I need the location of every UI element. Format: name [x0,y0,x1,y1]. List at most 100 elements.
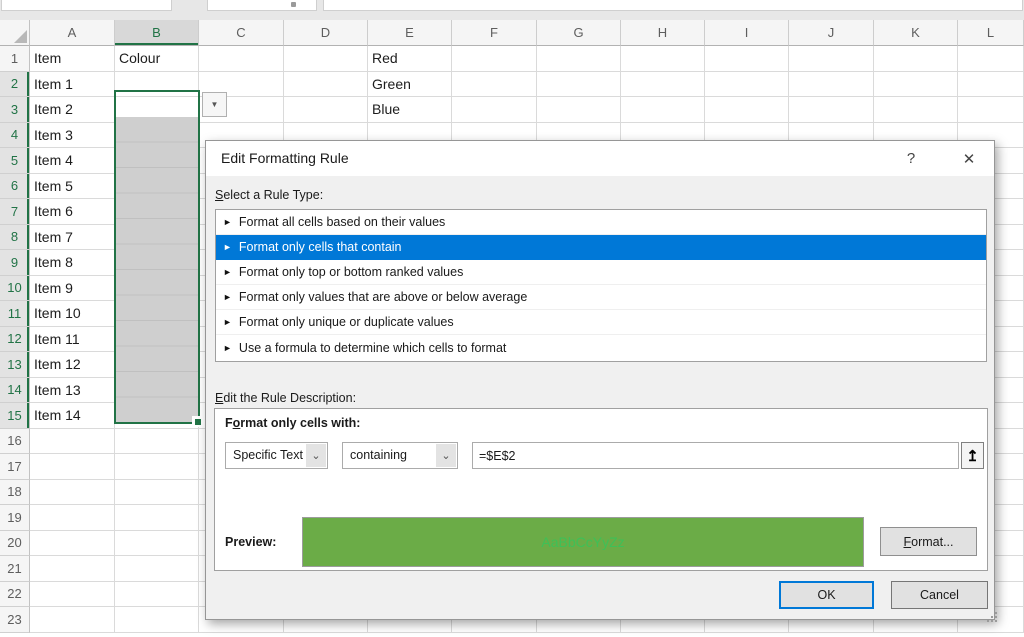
cell-G1[interactable] [537,46,621,72]
cell-B16[interactable] [115,429,199,455]
cell-B9[interactable] [115,250,199,276]
cell-B11[interactable] [115,301,199,327]
cell-A20[interactable] [30,531,115,557]
cell-A6[interactable]: Item 5 [30,174,115,200]
cell-A2[interactable]: Item 1 [30,72,115,98]
rule-type-item-0[interactable]: ►Format all cells based on their values [216,210,986,235]
row-header-20[interactable]: 20 [0,531,30,557]
condition-type-dropdown[interactable]: Specific Text ⌄ [225,442,328,469]
cell-D3[interactable] [284,97,368,123]
cell-J3[interactable] [789,97,874,123]
cell-A15[interactable]: Item 14 [30,403,115,429]
row-header-2[interactable]: 2 [0,72,30,98]
fill-handle[interactable] [195,419,201,425]
cell-B15[interactable] [115,403,199,429]
cell-B1[interactable]: Colour [115,46,199,72]
cell-B5[interactable] [115,148,199,174]
cell-B7[interactable] [115,199,199,225]
column-header-E[interactable]: E [368,20,452,46]
cell-F2[interactable] [452,72,537,98]
cell-L1[interactable] [958,46,1024,72]
formula-input[interactable] [472,442,959,469]
rule-type-item-1[interactable]: ►Format only cells that contain [216,235,986,260]
row-header-5[interactable]: 5 [0,148,30,174]
cell-L2[interactable] [958,72,1024,98]
cell-B10[interactable] [115,276,199,302]
column-header-D[interactable]: D [284,20,368,46]
cell-A1[interactable]: Item [30,46,115,72]
column-header-B[interactable]: B [115,20,199,46]
operator-dropdown[interactable]: containing ⌄ [342,442,458,469]
cell-A12[interactable]: Item 11 [30,327,115,353]
formula-bar-input[interactable] [323,0,1023,11]
cell-A17[interactable] [30,454,115,480]
cell-A23[interactable] [30,607,115,633]
cell-K3[interactable] [874,97,958,123]
cell-B17[interactable] [115,454,199,480]
cell-I2[interactable] [705,72,789,98]
cell-H1[interactable] [621,46,705,72]
column-header-L[interactable]: L [958,20,1024,46]
ok-button[interactable]: OK [779,581,874,609]
cell-A5[interactable]: Item 4 [30,148,115,174]
cell-B8[interactable] [115,225,199,251]
format-button[interactable]: Format... [880,527,977,556]
cell-A8[interactable]: Item 7 [30,225,115,251]
row-header-3[interactable]: 3 [0,97,30,123]
cell-A22[interactable] [30,582,115,608]
cell-I1[interactable] [705,46,789,72]
row-header-4[interactable]: 4 [0,123,30,149]
row-header-9[interactable]: 9 [0,250,30,276]
cell-L3[interactable] [958,97,1024,123]
row-header-21[interactable]: 21 [0,556,30,582]
cell-B23[interactable] [115,607,199,633]
column-header-C[interactable]: C [199,20,284,46]
row-header-22[interactable]: 22 [0,582,30,608]
fx-box[interactable] [207,0,317,11]
cell-K2[interactable] [874,72,958,98]
column-header-K[interactable]: K [874,20,958,46]
row-header-19[interactable]: 19 [0,505,30,531]
row-header-14[interactable]: 14 [0,378,30,404]
cell-J2[interactable] [789,72,874,98]
row-header-6[interactable]: 6 [0,174,30,200]
select-all-corner[interactable] [0,20,30,46]
cell-A4[interactable]: Item 3 [30,123,115,149]
row-header-15[interactable]: 15 [0,403,30,429]
close-button[interactable]: ✕ [948,141,990,176]
cell-B19[interactable] [115,505,199,531]
row-header-18[interactable]: 18 [0,480,30,506]
row-header-10[interactable]: 10 [0,276,30,302]
row-header-23[interactable]: 23 [0,607,30,633]
data-validation-dropdown-button[interactable]: ▼ [202,92,227,117]
cell-A19[interactable] [30,505,115,531]
cell-B20[interactable] [115,531,199,557]
cell-B21[interactable] [115,556,199,582]
cell-H3[interactable] [621,97,705,123]
cell-B18[interactable] [115,480,199,506]
rule-type-item-3[interactable]: ►Format only values that are above or be… [216,285,986,310]
cell-B14[interactable] [115,378,199,404]
cell-G2[interactable] [537,72,621,98]
row-header-7[interactable]: 7 [0,199,30,225]
cell-B6[interactable] [115,174,199,200]
cell-A3[interactable]: Item 2 [30,97,115,123]
column-header-G[interactable]: G [537,20,621,46]
cell-A14[interactable]: Item 13 [30,378,115,404]
cell-E2[interactable]: Green [368,72,452,98]
cell-D1[interactable] [284,46,368,72]
rule-type-item-4[interactable]: ►Format only unique or duplicate values [216,310,986,335]
cell-A21[interactable] [30,556,115,582]
cell-E3[interactable]: Blue [368,97,452,123]
help-button[interactable]: ? [896,141,926,176]
cell-F1[interactable] [452,46,537,72]
column-header-I[interactable]: I [705,20,789,46]
row-header-17[interactable]: 17 [0,454,30,480]
cell-H2[interactable] [621,72,705,98]
cell-B13[interactable] [115,352,199,378]
cell-A16[interactable] [30,429,115,455]
cell-A9[interactable]: Item 8 [30,250,115,276]
column-header-J[interactable]: J [789,20,874,46]
column-header-H[interactable]: H [621,20,705,46]
cell-B3[interactable] [115,97,199,123]
